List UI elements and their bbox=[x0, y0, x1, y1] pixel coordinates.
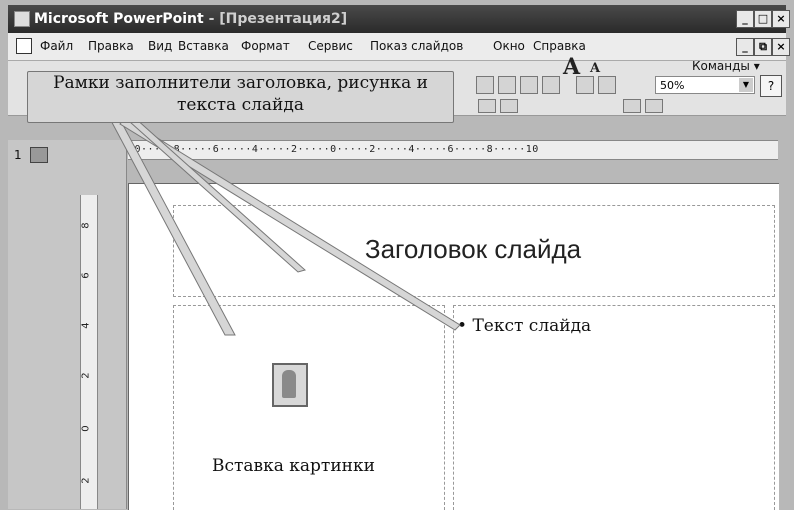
doc-restore-button[interactable]: ⧉ bbox=[754, 38, 772, 56]
window-title: Microsoft PowerPoint - [Презентация2] bbox=[34, 11, 348, 27]
vertical-ruler-label: 2 bbox=[80, 477, 92, 484]
layout-icon[interactable] bbox=[476, 76, 494, 94]
vertical-ruler-label: 0 bbox=[80, 425, 92, 432]
menu-insert[interactable]: Вставка bbox=[178, 33, 229, 60]
menu-tools[interactable]: Сервис bbox=[308, 33, 353, 60]
clipart-icon[interactable] bbox=[542, 76, 560, 94]
numbering-icon[interactable] bbox=[500, 99, 518, 113]
sort-icon[interactable] bbox=[598, 76, 616, 94]
picture-placeholder[interactable] bbox=[173, 305, 445, 510]
zoom-select[interactable]: 50% ▼ bbox=[655, 76, 755, 94]
menu-file[interactable]: Файл bbox=[40, 33, 73, 60]
insert-picture-label: Вставка картинки bbox=[212, 456, 375, 476]
statue-icon bbox=[282, 370, 296, 398]
bullets-icon[interactable] bbox=[478, 99, 496, 113]
slide-thumbnail[interactable] bbox=[30, 147, 48, 163]
horizontal-ruler: 10·····8·····6·····4·····2·····0·····2··… bbox=[128, 140, 778, 160]
app-name: Microsoft PowerPoint bbox=[34, 11, 204, 27]
insert-picture-icon[interactable] bbox=[272, 363, 308, 407]
vertical-ruler: 8 6 4 2 0 2 bbox=[80, 195, 98, 509]
powerpoint-app-icon[interactable] bbox=[14, 11, 30, 27]
menu-bar: Файл Правка Вид Вставка Формат Сервис По… bbox=[8, 33, 790, 61]
annotation-callout: Рамки заполнители заголовка, рисунка и т… bbox=[27, 71, 454, 123]
menu-window[interactable]: Окно bbox=[493, 33, 525, 60]
slide-title[interactable]: Заголовок слайда bbox=[173, 234, 773, 265]
chart-icon[interactable] bbox=[520, 76, 538, 94]
slides-pane bbox=[8, 140, 127, 509]
commands-button[interactable]: Команды ▾ bbox=[692, 56, 760, 76]
menu-edit[interactable]: Правка bbox=[88, 33, 134, 60]
maximize-button[interactable]: □ bbox=[754, 10, 772, 28]
shrink-font-button[interactable]: A bbox=[590, 61, 600, 76]
table-icon[interactable] bbox=[498, 76, 516, 94]
doc-close-button[interactable]: × bbox=[772, 38, 790, 56]
menu-slideshow[interactable]: Показ слайдов bbox=[370, 33, 463, 60]
slide-number: 1 bbox=[14, 148, 22, 162]
vertical-ruler-label: 2 bbox=[80, 372, 92, 379]
close-button[interactable]: × bbox=[772, 10, 790, 28]
slide-bullet-text[interactable]: • Текст слайда bbox=[457, 316, 591, 336]
vertical-ruler-label: 4 bbox=[80, 322, 92, 329]
menu-format[interactable]: Формат bbox=[241, 33, 290, 60]
doc-minimize-button[interactable]: _ bbox=[736, 38, 754, 56]
grow-font-button[interactable]: A bbox=[563, 54, 580, 80]
vertical-ruler-label: 6 bbox=[80, 272, 92, 279]
help-button[interactable]: ? bbox=[760, 75, 782, 97]
menu-view[interactable]: Вид bbox=[148, 33, 172, 60]
increase-indent-icon[interactable] bbox=[645, 99, 663, 113]
document-name: [Презентация2] bbox=[219, 11, 348, 27]
vertical-ruler-label: 8 bbox=[80, 222, 92, 229]
minimize-button[interactable]: _ bbox=[736, 10, 754, 28]
chevron-down-icon[interactable]: ▼ bbox=[739, 78, 753, 92]
title-bar: Microsoft PowerPoint - [Презентация2] _ … bbox=[8, 5, 790, 33]
document-icon[interactable] bbox=[16, 38, 32, 54]
decrease-indent-icon[interactable] bbox=[623, 99, 641, 113]
